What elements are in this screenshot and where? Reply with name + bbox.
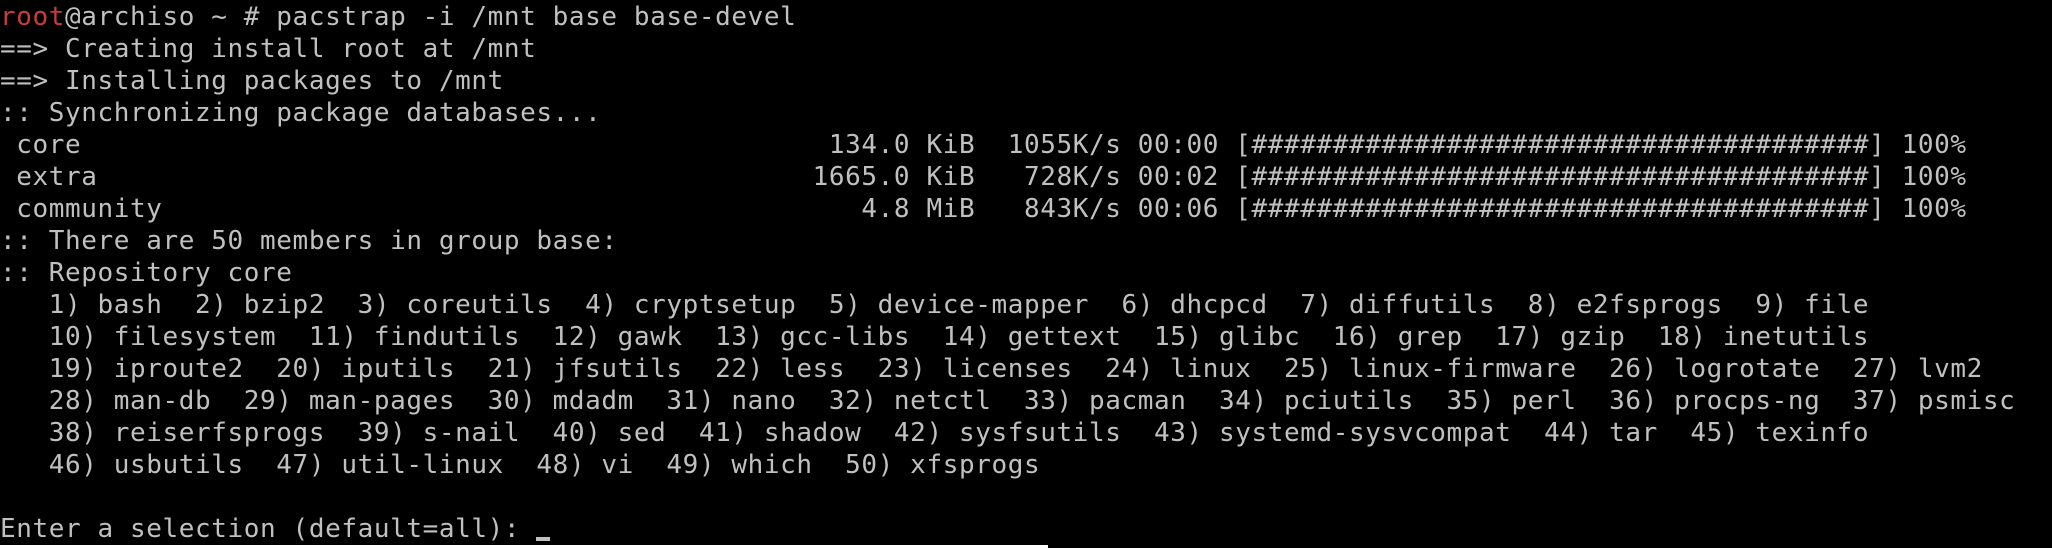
package-list-line: 46) usbutils 47) util-linux 48) vi 49) w…	[0, 450, 1041, 480]
group-info-line: :: There are 50 members in group base:	[0, 226, 618, 256]
selection-input-line[interactable]: Enter a selection (default=all):	[0, 513, 551, 545]
terminal-window[interactable]: root@archiso ~ # pacstrap -i /mnt base b…	[0, 0, 2052, 548]
prompt-command: @archiso ~ # pacstrap -i /mnt base base-…	[65, 2, 797, 32]
command-line: root@archiso ~ # pacstrap -i /mnt base b…	[0, 1, 796, 33]
output-line: ==> Creating install root at /mnt	[0, 34, 537, 64]
output-line: ==> Installing packages to /mnt	[0, 66, 504, 96]
prompt-user: root	[0, 2, 66, 32]
selection-prompt: Enter a selection (default=all):	[0, 514, 537, 544]
sync-row-core: core 134.0 KiB 1055K/s 00:00 [##########…	[0, 130, 1967, 160]
package-list-line: 19) iproute2 20) iputils 21) jfsutils 22…	[0, 354, 1983, 384]
package-list-line: 10) filesystem 11) findutils 12) gawk 13…	[0, 322, 1870, 352]
package-list-line: 1) bash 2) bzip2 3) coreutils 4) cryptse…	[0, 290, 1870, 320]
sync-row-community: community 4.8 MiB 843K/s 00:06 [########…	[0, 194, 1967, 224]
package-list-line: 28) man-db 29) man-pages 30) mdadm 31) n…	[0, 386, 2016, 416]
text-cursor	[536, 537, 551, 541]
output-line: :: Synchronizing package databases...	[0, 98, 602, 128]
sync-row-extra: extra 1665.0 KiB 728K/s 00:02 [#########…	[0, 162, 1967, 192]
package-list-line: 38) reiserfsprogs 39) s-nail 40) sed 41)…	[0, 418, 1870, 448]
repository-line: :: Repository core	[0, 258, 293, 288]
